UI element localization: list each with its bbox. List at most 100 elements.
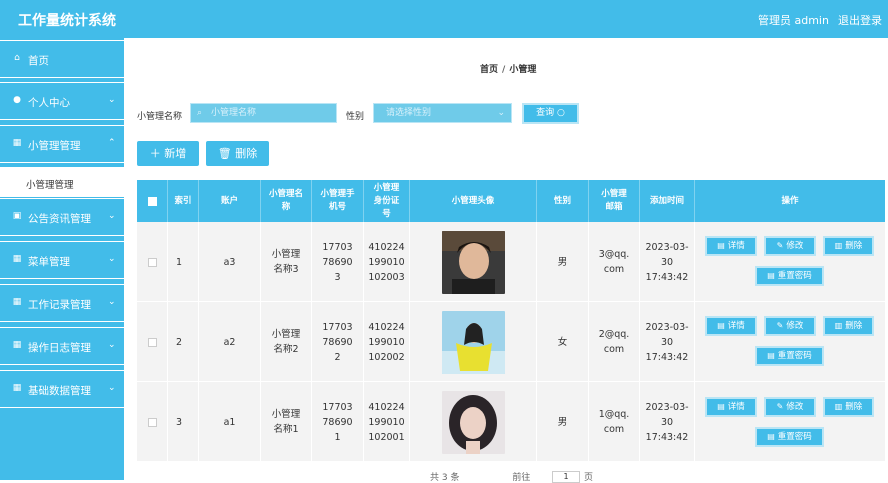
edit-button[interactable]: ✎ 修改 <box>764 316 816 336</box>
cell-avatar <box>410 222 537 302</box>
document-icon: ▤ <box>717 321 725 330</box>
cell-email: 1@qq.com <box>589 382 640 462</box>
grid-icon: ▦ <box>12 297 22 307</box>
query-button[interactable]: 查询 ○ <box>522 103 579 124</box>
sidebar-item-worklog[interactable]: ▦ 工作记录管理 ⌄ <box>0 284 124 322</box>
reset-password-button[interactable]: ▤ 重置密码 <box>755 266 824 286</box>
detail-button[interactable]: ▤ 详情 <box>705 316 757 336</box>
app-title: 工作量统计系统 <box>18 13 116 29</box>
row-delete-button[interactable]: ▥ 删除 <box>823 236 874 256</box>
chevron-down-icon: ⌄ <box>108 95 116 105</box>
delete-button[interactable]: 🗑 删除 <box>206 141 269 166</box>
table-row: 1 a3 小管理名称3 17703786903 4102241990101020… <box>137 222 885 302</box>
cell-idcard: 410224199010102002 <box>364 302 410 382</box>
add-button[interactable]: ＋ 新增 <box>137 141 199 166</box>
cell-avatar <box>410 302 537 382</box>
avatar <box>441 310 505 374</box>
trash-icon: ▥ <box>834 402 843 411</box>
grid-icon: ▦ <box>12 254 22 264</box>
sidebar: ⌂ 首页 ● 个人中心 ⌄ ▦ 小管理管理 ⌃ 小管理管理 ▣ 公告资讯管理 ⌄… <box>0 38 124 480</box>
cell-avatar <box>410 382 537 462</box>
reset-password-button[interactable]: ▤ 重置密码 <box>755 427 824 447</box>
search-icon: ○ <box>557 108 565 118</box>
cell-index: 3 <box>168 382 199 462</box>
pencil-icon: ✎ <box>776 321 784 330</box>
sidebar-item-oplog[interactable]: ▦ 操作日志管理 ⌄ <box>0 327 124 365</box>
edit-button[interactable]: ✎ 修改 <box>764 397 816 417</box>
cell-gender: 女 <box>537 302 589 382</box>
document-icon: ▤ <box>717 241 725 250</box>
table-row: 2 a2 小管理名称2 17703786902 4102241990101020… <box>137 302 885 382</box>
gender-select[interactable]: 请选择性别 ⌄ <box>373 103 512 123</box>
chevron-down-icon: ⌄ <box>108 383 116 393</box>
name-search-input[interactable]: ⌕ 小管理名称 <box>190 103 337 123</box>
row-checkbox-cell <box>137 382 168 462</box>
chevron-up-icon: ⌃ <box>108 138 116 148</box>
sidebar-subitem-manager[interactable]: 小管理管理 <box>0 167 124 197</box>
reset-password-button[interactable]: ▤ 重置密码 <box>755 346 824 366</box>
cell-email: 3@qq.com <box>589 222 640 302</box>
row-delete-button[interactable]: ▥ 删除 <box>823 316 874 336</box>
cell-phone: 17703786901 <box>312 382 364 462</box>
cell-account: a3 <box>199 222 261 302</box>
grid-icon: ▦ <box>12 138 22 148</box>
search-icon: ⌕ <box>197 108 203 118</box>
user-info[interactable]: 管理员 admin <box>758 12 829 28</box>
sidebar-item-manager[interactable]: ▦ 小管理管理 ⌃ <box>0 125 124 163</box>
select-all-checkbox[interactable] <box>147 196 157 206</box>
pager-goto: 前往 <box>512 473 531 483</box>
sidebar-item-menu[interactable]: ▦ 菜单管理 ⌄ <box>0 241 124 279</box>
chevron-down-icon: ⌄ <box>497 108 505 118</box>
pencil-icon: ✎ <box>776 241 784 250</box>
cell-name: 小管理名称3 <box>261 222 312 302</box>
cell-account: a2 <box>199 302 261 382</box>
header-ops: 操作 <box>781 195 799 206</box>
header-avatar: 小管理头像 <box>410 180 537 222</box>
table-header: 索引 账户 小管理名称 小管理手机号 小管理身份证号 小管理头像 性别 小管理邮… <box>137 180 885 222</box>
cell-gender: 男 <box>537 222 589 302</box>
edit-button[interactable]: ✎ 修改 <box>764 236 816 256</box>
detail-button[interactable]: ▤ 详情 <box>705 397 757 417</box>
row-checkbox[interactable] <box>147 257 157 267</box>
plus-icon: ＋ <box>149 147 161 160</box>
header-index: 索引 <box>168 180 199 222</box>
pager-page-input[interactable]: 1 <box>552 471 580 483</box>
table-row: 3 a1 小管理名称1 17703786901 4102241990101020… <box>137 382 885 462</box>
cell-name: 小管理名称1 <box>261 382 312 462</box>
cell-phone: 17703786902 <box>312 302 364 382</box>
header-account: 账户 <box>199 180 261 222</box>
sidebar-item-home[interactable]: ⌂ 首页 <box>0 40 124 78</box>
header-phone: 小管理手机号 <box>312 180 364 222</box>
sidebar-item-basedata[interactable]: ▦ 基础数据管理 ⌄ <box>0 370 124 408</box>
cell-idcard: 410224199010102001 <box>364 382 410 462</box>
grid-icon: ▦ <box>12 340 22 350</box>
header-name: 小管理名称 <box>261 180 312 222</box>
cell-ops <box>695 222 885 302</box>
row-checkbox[interactable] <box>147 417 157 427</box>
gender-label: 性别 <box>346 112 365 122</box>
chevron-down-icon: ⌄ <box>108 340 116 350</box>
cell-index: 2 <box>168 302 199 382</box>
cell-account: a1 <box>199 382 261 462</box>
header-idcard: 小管理身份证号 <box>364 180 410 222</box>
cell-idcard: 410224199010102003 <box>364 222 410 302</box>
detail-button[interactable]: ▤ 详情 <box>705 236 757 256</box>
trash-icon: 🗑 <box>217 147 232 160</box>
logout-link[interactable]: 退出登录 <box>838 12 882 28</box>
chevron-down-icon: ⌄ <box>108 297 116 307</box>
briefcase-icon: ▣ <box>12 211 22 221</box>
cell-index: 1 <box>168 222 199 302</box>
row-delete-button[interactable]: ▥ 删除 <box>823 397 874 417</box>
sidebar-item-notice[interactable]: ▣ 公告资讯管理 ⌄ <box>0 198 124 236</box>
cell-time: 2023-03-30 17:43:42 <box>640 222 695 302</box>
row-checkbox[interactable] <box>147 337 157 347</box>
home-icon: ⌂ <box>14 53 20 63</box>
chevron-down-icon: ⌄ <box>108 254 116 264</box>
user-icon: ● <box>13 95 21 105</box>
cell-phone: 17703786903 <box>312 222 364 302</box>
breadcrumb-home[interactable]: 首页 <box>480 65 498 75</box>
sidebar-item-profile[interactable]: ● 个人中心 ⌄ <box>0 82 124 120</box>
chevron-down-icon: ⌄ <box>108 211 116 221</box>
document-icon: ▤ <box>717 402 725 411</box>
trash-icon: ▥ <box>834 241 843 250</box>
